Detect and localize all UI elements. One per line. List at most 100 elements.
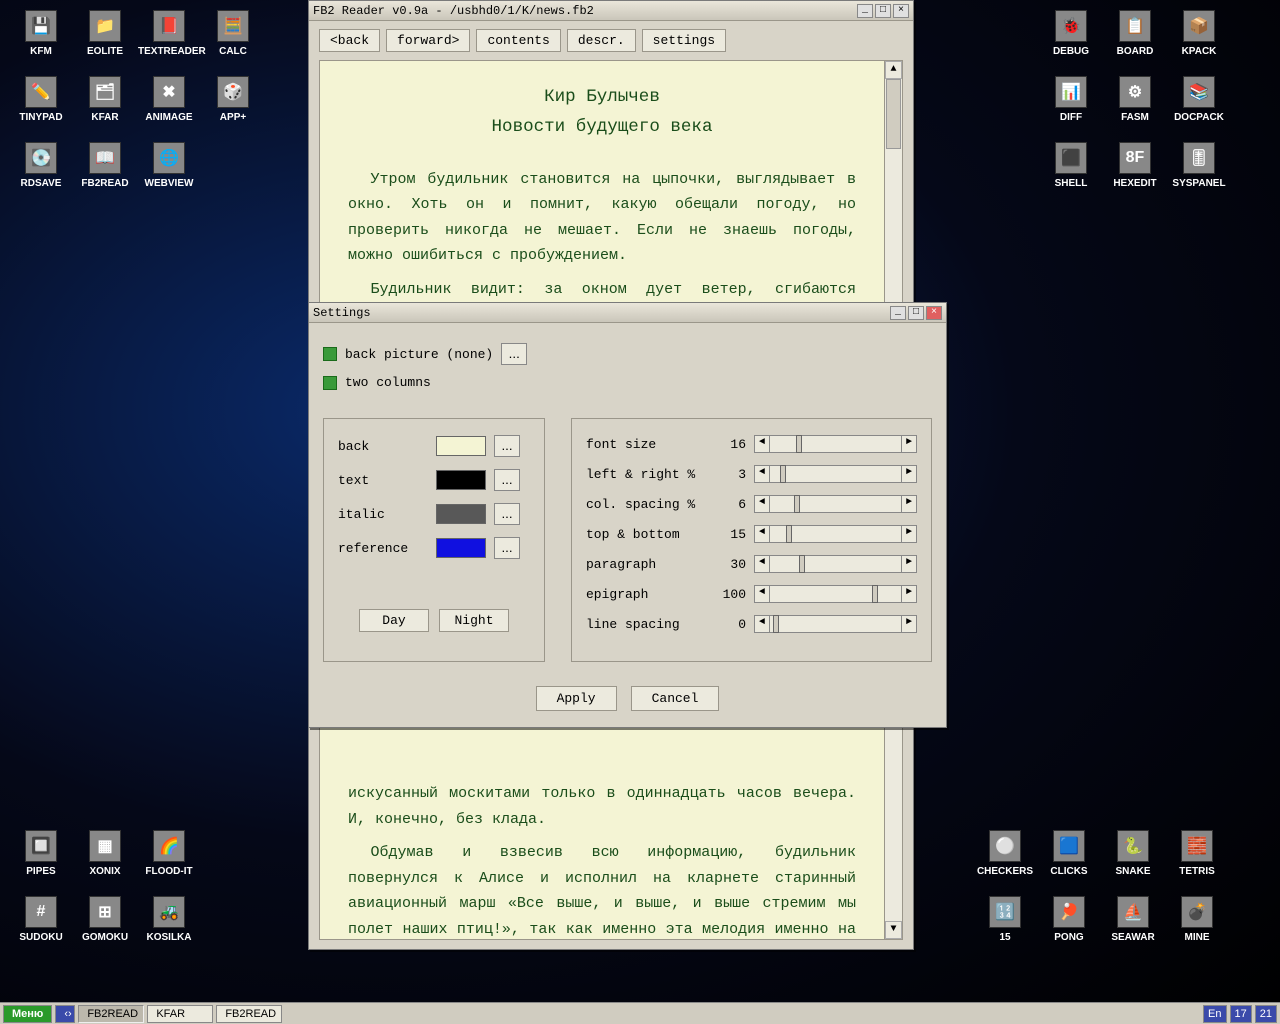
slider-dec-icon[interactable]: ◄ xyxy=(754,465,770,483)
taskbar-item[interactable]: KFAR xyxy=(147,1005,213,1023)
slider-0[interactable]: ◄► xyxy=(754,435,917,453)
close-button[interactable]: × xyxy=(893,4,909,18)
slider-4[interactable]: ◄► xyxy=(754,555,917,573)
slider-inc-icon[interactable]: ► xyxy=(901,555,917,573)
slider-dec-icon[interactable]: ◄ xyxy=(754,435,770,453)
desktop-icon-xonix[interactable]: ▦XONIX xyxy=(74,830,136,877)
desktop-icon-textreader[interactable]: 📕TEXTREADER xyxy=(138,10,200,57)
desktop-icon-pong[interactable]: 🏓PONG xyxy=(1038,896,1100,943)
checkbox-icon[interactable] xyxy=(323,376,337,390)
desktop-icon-kpack[interactable]: 📦KPACK xyxy=(1168,10,1230,57)
checkbox-icon[interactable] xyxy=(323,347,337,361)
slider-inc-icon[interactable]: ► xyxy=(901,585,917,603)
lang-toggle[interactable]: ‹› xyxy=(55,1005,75,1023)
tray-lang[interactable]: En xyxy=(1203,1005,1226,1023)
scroll-down-icon[interactable]: ▼ xyxy=(885,921,902,939)
browse-button[interactable]: ... xyxy=(501,343,527,365)
minimize-button[interactable]: _ xyxy=(890,306,906,320)
color-swatch-text[interactable] xyxy=(436,470,486,490)
slider-dec-icon[interactable]: ◄ xyxy=(754,555,770,573)
slider-handle[interactable] xyxy=(786,525,792,543)
slider-handle[interactable] xyxy=(872,585,878,603)
color-swatch-italic[interactable] xyxy=(436,504,486,524)
desktop-icon-pipes[interactable]: 🔲PIPES xyxy=(10,830,72,877)
desktop-icon-kosilka[interactable]: 🚜KOSILKA xyxy=(138,896,200,943)
slider-inc-icon[interactable]: ► xyxy=(901,435,917,453)
scroll-thumb[interactable] xyxy=(886,79,901,149)
desktop-icon-debug[interactable]: 🐞DEBUG xyxy=(1040,10,1102,57)
slider-handle[interactable] xyxy=(799,555,805,573)
desktop-icon-webview[interactable]: 🌐WEBVIEW xyxy=(138,142,200,189)
slider-3[interactable]: ◄► xyxy=(754,525,917,543)
settings-button[interactable]: settings xyxy=(642,29,726,52)
back-button[interactable]: <back xyxy=(319,29,380,52)
desktop-icon-rdsave[interactable]: 💽RDSAVE xyxy=(10,142,72,189)
slider-handle[interactable] xyxy=(773,615,779,633)
slider-inc-icon[interactable]: ► xyxy=(901,615,917,633)
desktop-icon-syspanel[interactable]: 🎚SYSPANEL xyxy=(1168,142,1230,189)
desktop-icon-tinypad[interactable]: ✏️TINYPAD xyxy=(10,76,72,123)
taskbar-item[interactable]: FB2READ xyxy=(78,1005,144,1023)
slider-1[interactable]: ◄► xyxy=(754,465,917,483)
day-button[interactable]: Day xyxy=(359,609,429,632)
desktop-icon-app+[interactable]: 🎲APP+ xyxy=(202,76,264,123)
slider-dec-icon[interactable]: ◄ xyxy=(754,495,770,513)
desktop-icon-kfar[interactable]: 🗂KFAR xyxy=(74,76,136,123)
slider-inc-icon[interactable]: ► xyxy=(901,525,917,543)
desktop-icon-tetris[interactable]: 🧱TETRIS xyxy=(1166,830,1228,877)
desktop-icon-15[interactable]: 🔢15 xyxy=(974,896,1036,943)
close-button[interactable]: × xyxy=(926,306,942,320)
desktop-icon-calc[interactable]: 🧮CALC xyxy=(202,10,264,57)
desktop-icon-shell[interactable]: ⬛SHELL xyxy=(1040,142,1102,189)
desktop-icon-board[interactable]: 📋BOARD xyxy=(1104,10,1166,57)
desktop-icon-diff[interactable]: 📊DIFF xyxy=(1040,76,1102,123)
desktop-icon-clicks[interactable]: 🟦CLICKS xyxy=(1038,830,1100,877)
slider-inc-icon[interactable]: ► xyxy=(901,495,917,513)
maximize-button[interactable]: □ xyxy=(908,306,924,320)
desktop-icon-flood-it[interactable]: 🌈FLOOD-IT xyxy=(138,830,200,877)
color-picker-back[interactable]: ... xyxy=(494,435,520,457)
cancel-button[interactable]: Cancel xyxy=(631,686,720,711)
desktop-icon-gomoku[interactable]: ⊞GOMOKU xyxy=(74,896,136,943)
desktop-icon-checkers[interactable]: ⚪CHECKERS xyxy=(974,830,1036,877)
color-picker-reference[interactable]: ... xyxy=(494,537,520,559)
color-swatch-back[interactable] xyxy=(436,436,486,456)
slider-6[interactable]: ◄► xyxy=(754,615,917,633)
desktop-icon-fasm[interactable]: ⚙FASM xyxy=(1104,76,1166,123)
slider-dec-icon[interactable]: ◄ xyxy=(754,525,770,543)
slider-inc-icon[interactable]: ► xyxy=(901,465,917,483)
slider-5[interactable]: ◄► xyxy=(754,585,917,603)
contents-button[interactable]: contents xyxy=(476,29,560,52)
desktop-icon-kfm[interactable]: 💾KFM xyxy=(10,10,72,57)
desktop-icon-sudoku[interactable]: #SUDOKU xyxy=(10,896,72,943)
slider-dec-icon[interactable]: ◄ xyxy=(754,585,770,603)
desktop-icon-animage[interactable]: ✖ANIMAGE xyxy=(138,76,200,123)
night-button[interactable]: Night xyxy=(439,609,509,632)
settings-titlebar[interactable]: Settings _ □ × xyxy=(309,303,946,323)
desktop-icon-fb2read[interactable]: 📖FB2READ xyxy=(74,142,136,189)
apply-button[interactable]: Apply xyxy=(536,686,617,711)
desktop-icon-mine[interactable]: 💣MINE xyxy=(1166,896,1228,943)
desktop-icon-eolite[interactable]: 📁EOLITE xyxy=(74,10,136,57)
maximize-button[interactable]: □ xyxy=(875,4,891,18)
taskbar-item[interactable]: FB2READ xyxy=(216,1005,282,1023)
back-picture-checkbox[interactable]: back picture (none) ... xyxy=(323,343,932,365)
desktop-icon-snake[interactable]: 🐍SNAKE xyxy=(1102,830,1164,877)
forward-button[interactable]: forward> xyxy=(386,29,470,52)
slider-handle[interactable] xyxy=(796,435,802,453)
reader-titlebar[interactable]: FB2 Reader v0.9a - /usbhd0/1/K/news.fb2 … xyxy=(309,1,913,21)
slider-dec-icon[interactable]: ◄ xyxy=(754,615,770,633)
minimize-button[interactable]: _ xyxy=(857,4,873,18)
scroll-up-icon[interactable]: ▲ xyxy=(885,61,902,79)
slider-2[interactable]: ◄► xyxy=(754,495,917,513)
color-picker-italic[interactable]: ... xyxy=(494,503,520,525)
color-picker-text[interactable]: ... xyxy=(494,469,520,491)
color-swatch-reference[interactable] xyxy=(436,538,486,558)
desktop-icon-docpack[interactable]: 📚DOCPACK xyxy=(1168,76,1230,123)
slider-handle[interactable] xyxy=(794,495,800,513)
start-menu-button[interactable]: Меню xyxy=(3,1005,52,1023)
descr-button[interactable]: descr. xyxy=(567,29,636,52)
slider-handle[interactable] xyxy=(780,465,786,483)
two-columns-checkbox[interactable]: two columns xyxy=(323,375,932,390)
desktop-icon-seawar[interactable]: ⛵SEAWAR xyxy=(1102,896,1164,943)
